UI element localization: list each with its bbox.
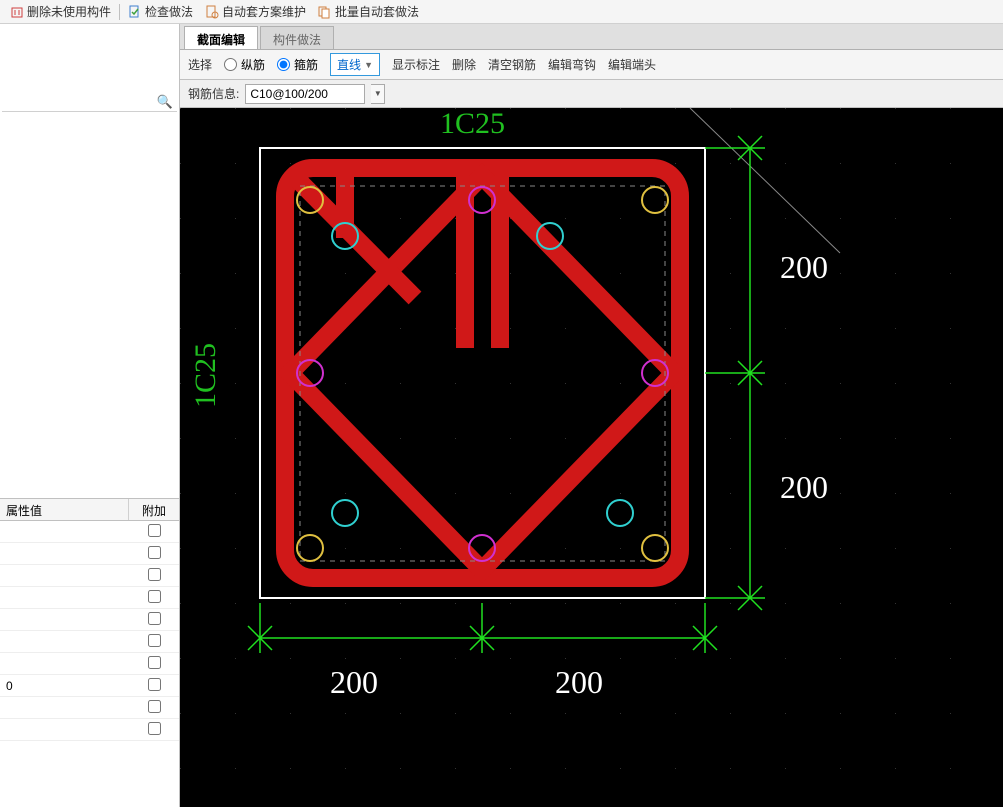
prop-checkbox[interactable] xyxy=(148,546,161,559)
label-top: 1C25 xyxy=(440,108,505,140)
chevron-down-icon: ▼ xyxy=(364,60,373,70)
main-layout: 🔍 属性值 附加 0 截面编辑 构件做法 选择 xyxy=(0,24,1003,807)
delete-unused-button[interactable]: 删除未使用构件 xyxy=(4,0,117,23)
dim-b2: 200 xyxy=(555,664,603,700)
rebar-info-label: 钢筋信息: xyxy=(188,85,239,102)
separator xyxy=(119,4,120,20)
prop-row[interactable] xyxy=(0,565,179,587)
batch-auto-label: 批量自动套做法 xyxy=(335,3,419,20)
batch-icon xyxy=(318,5,332,19)
show-mark-button[interactable]: 显示标注 xyxy=(392,56,440,73)
right-area: 截面编辑 构件做法 选择 纵筋 箍筋 直线 ▼ 显示标注 删除 清空钢筋 编辑弯… xyxy=(180,24,1003,807)
line-tool-dropdown[interactable]: 直线 ▼ xyxy=(330,53,380,76)
prop-checkbox[interactable] xyxy=(148,722,161,735)
prop-checkbox[interactable] xyxy=(148,568,161,581)
dim-r2: 200 xyxy=(780,469,828,505)
rebar-info-bar: 钢筋信息: ▼ xyxy=(180,80,1003,108)
prop-checkbox[interactable] xyxy=(148,590,161,603)
tab-component-method[interactable]: 构件做法 xyxy=(260,26,334,49)
select-label[interactable]: 选择 xyxy=(188,56,212,73)
prop-checkbox[interactable] xyxy=(148,634,161,647)
label-left: 1C25 xyxy=(189,343,222,408)
document-check-icon xyxy=(128,5,142,19)
properties-panel: 属性值 附加 0 xyxy=(0,499,179,807)
properties-header: 属性值 附加 xyxy=(0,499,179,521)
prop-row[interactable] xyxy=(0,697,179,719)
prop-row[interactable] xyxy=(0,653,179,675)
edit-hook-button[interactable]: 编辑弯钩 xyxy=(548,56,596,73)
prop-checkbox[interactable] xyxy=(148,656,161,669)
prop-row[interactable] xyxy=(0,609,179,631)
delete-icon xyxy=(10,5,24,19)
check-method-button[interactable]: 检查做法 xyxy=(122,0,199,23)
section-drawing: 1C25 1C25 200 200 xyxy=(180,108,1003,807)
radio-stirrup-input[interactable] xyxy=(277,58,290,71)
prop-checkbox[interactable] xyxy=(148,700,161,713)
edit-end-button[interactable]: 编辑端头 xyxy=(608,56,656,73)
edit-toolbar: 选择 纵筋 箍筋 直线 ▼ 显示标注 删除 清空钢筋 编辑弯钩 编辑端头 xyxy=(180,50,1003,80)
drawing-canvas[interactable]: 1C25 1C25 200 200 xyxy=(180,108,1003,807)
delete-button[interactable]: 删除 xyxy=(452,56,476,73)
rebar-dropdown-button[interactable]: ▼ xyxy=(371,84,385,104)
search-icon[interactable]: 🔍 xyxy=(157,94,173,110)
prop-row[interactable] xyxy=(0,521,179,543)
clear-rebar-button[interactable]: 清空钢筋 xyxy=(488,56,536,73)
prop-checkbox[interactable] xyxy=(148,678,161,691)
radio-stirrup[interactable]: 箍筋 xyxy=(277,56,318,73)
prop-row[interactable] xyxy=(0,543,179,565)
search-row: 🔍 xyxy=(2,92,177,112)
tree-area: 🔍 xyxy=(0,24,179,499)
check-method-label: 检查做法 xyxy=(145,3,193,20)
tabs: 截面编辑 构件做法 xyxy=(180,24,1003,50)
batch-auto-button[interactable]: 批量自动套做法 xyxy=(312,0,425,23)
radio-longitudinal-input[interactable] xyxy=(224,58,237,71)
prop-checkbox[interactable] xyxy=(148,524,161,537)
tab-section-edit[interactable]: 截面编辑 xyxy=(184,26,258,49)
delete-unused-label: 删除未使用构件 xyxy=(27,3,111,20)
col-value-header: 属性值 xyxy=(0,499,129,520)
dim-b1: 200 xyxy=(330,664,378,700)
rebar-info-input[interactable] xyxy=(245,84,365,104)
auto-scheme-button[interactable]: 自动套方案维护 xyxy=(199,0,312,23)
top-toolbar: 删除未使用构件 检查做法 自动套方案维护 批量自动套做法 xyxy=(0,0,1003,24)
prop-checkbox[interactable] xyxy=(148,612,161,625)
radio-longitudinal[interactable]: 纵筋 xyxy=(224,56,265,73)
prop-row[interactable] xyxy=(0,587,179,609)
auto-scheme-label: 自动套方案维护 xyxy=(222,3,306,20)
dim-r1: 200 xyxy=(780,249,828,285)
prop-row[interactable] xyxy=(0,719,179,741)
col-extra-header: 附加 xyxy=(129,499,179,520)
left-panel: 🔍 属性值 附加 0 xyxy=(0,24,180,807)
prop-row[interactable] xyxy=(0,631,179,653)
auto-scheme-icon xyxy=(205,5,219,19)
prop-row[interactable]: 0 xyxy=(0,675,179,697)
